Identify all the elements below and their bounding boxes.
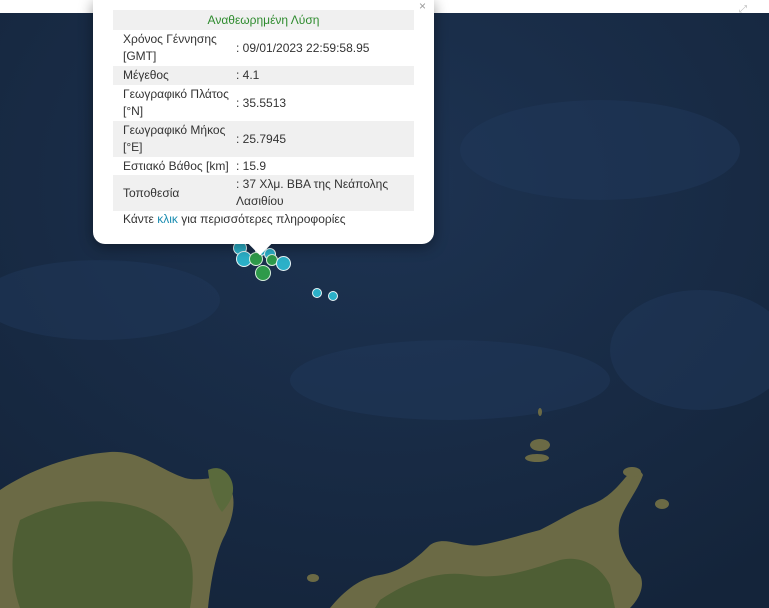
- more-info-suffix: για περισσότερες πληροφορίες: [177, 212, 346, 226]
- islet-1: [530, 439, 550, 451]
- fullscreen-icon[interactable]: ⤢: [739, 4, 747, 15]
- detail-row-depth: Εστιακό Βάθος [km] : 15.9: [113, 157, 414, 175]
- earthquake-details-table: Αναθεωρημένη Λύση Χρόνος Γέννησης [GMT] …: [113, 10, 414, 211]
- earthquake-marker[interactable]: [328, 291, 338, 301]
- islet-5: [307, 574, 319, 582]
- detail-value: : 25.7945: [236, 131, 287, 146]
- islet-4: [655, 499, 669, 509]
- detail-row-longitude: Γεωγραφικό Μήκος [°E] : 25.7945: [113, 121, 414, 157]
- islet-6: [623, 467, 641, 477]
- popup-title: Αναθεωρημένη Λύση: [113, 10, 414, 30]
- detail-row-latitude: Γεωγραφικό Πλάτος [°N] : 35.5513: [113, 85, 414, 121]
- detail-label: Χρόνος Γέννησης [GMT]: [123, 32, 217, 63]
- more-info-prefix: Κάντε: [123, 212, 158, 226]
- more-info-link[interactable]: κλικ: [157, 212, 178, 226]
- detail-label: Τοποθεσία: [123, 185, 180, 200]
- detail-label: Εστιακό Βάθος [km]: [123, 158, 229, 173]
- detail-label: Γεωγραφικό Μήκος [°E]: [123, 123, 226, 154]
- detail-value: : 35.5513: [236, 95, 287, 110]
- earthquake-marker[interactable]: [255, 265, 271, 281]
- islet-2: [525, 454, 549, 462]
- detail-row-location: Τοποθεσία : 37 Χλμ. ΒΒΑ της Νεάπολης Λασ…: [113, 175, 414, 211]
- detail-row-magnitude: Μέγεθος : 4.1: [113, 66, 414, 85]
- detail-label: Γεωγραφικό Πλάτος [°N]: [123, 87, 229, 118]
- islet-3: [538, 408, 542, 416]
- more-info-text: Κάντε κλικ για περισσότερες πληροφορίες: [123, 212, 346, 226]
- detail-row-origin-time: Χρόνος Γέννησης [GMT] : 09/01/2023 22:59…: [113, 30, 414, 66]
- detail-value: : 4.1: [236, 68, 260, 82]
- detail-value: : 09/01/2023 22:59:58.95: [236, 40, 370, 55]
- earthquake-marker[interactable]: [312, 288, 322, 298]
- detail-value: : 37 Χλμ. ΒΒΑ της Νεάπολης Λασιθίου: [236, 177, 389, 208]
- close-icon[interactable]: ×: [419, 0, 426, 12]
- detail-value: : 15.9: [236, 158, 267, 173]
- earthquake-marker[interactable]: [276, 256, 291, 271]
- detail-label: Μέγεθος: [123, 68, 169, 82]
